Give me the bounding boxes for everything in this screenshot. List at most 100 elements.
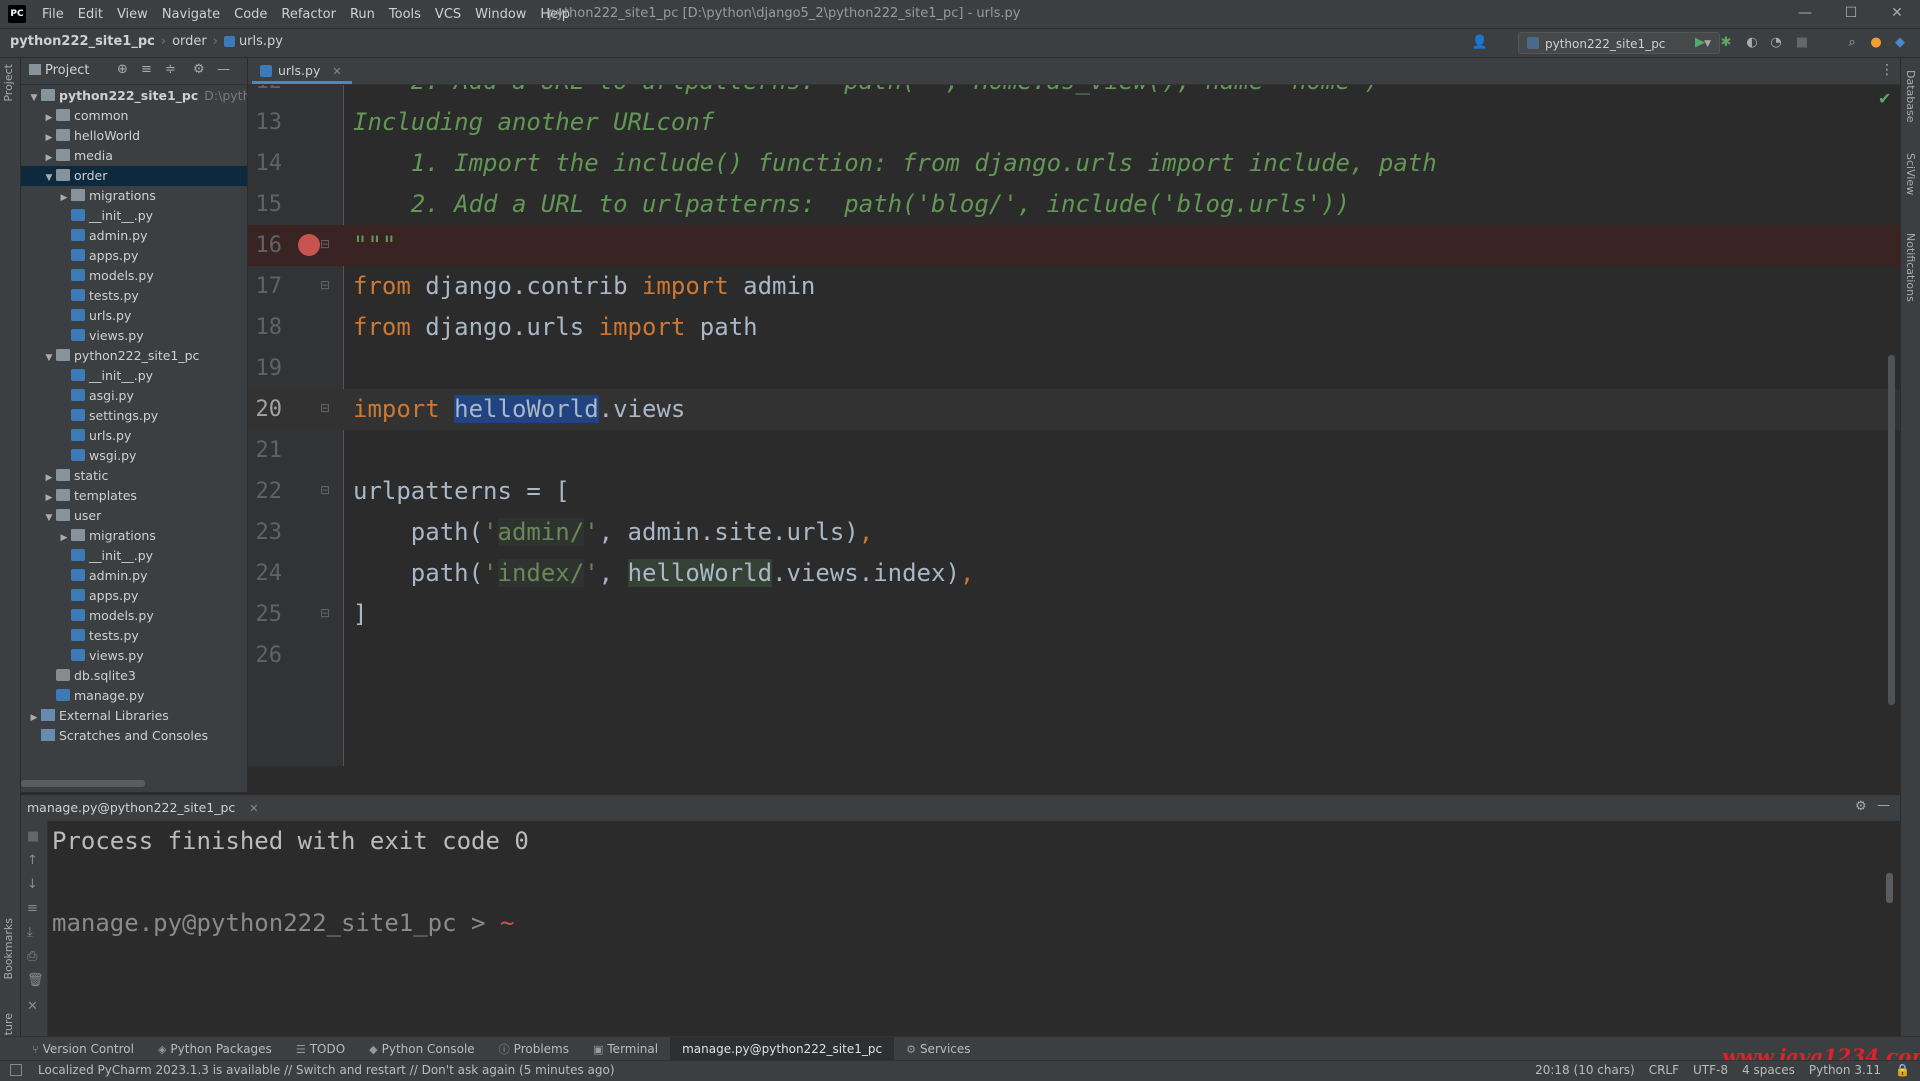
chevron-right-icon[interactable]: ▶ [57,188,71,208]
chevron-right-icon[interactable]: ▶ [42,108,56,128]
menu-code[interactable]: Code [234,7,267,22]
locate-icon[interactable]: ⊕ [117,62,128,77]
lock-icon[interactable]: 🔒 [1895,1063,1910,1077]
tree-item[interactable]: apps.py [21,586,247,606]
project-tool-button[interactable]: Project [2,64,15,102]
code-line[interactable]: 25 ⊟] [248,594,1900,635]
todo-button[interactable]: ☰ TODO [284,1037,357,1061]
tree-item[interactable]: admin.py [21,226,247,246]
tree-item[interactable]: admin.py [21,566,247,586]
tree-item[interactable]: tests.py [21,626,247,646]
tree-item[interactable]: Scratches and Consoles [21,726,247,746]
stop-icon[interactable]: ■ [27,829,39,844]
tree-item[interactable]: ▶ migrations [21,186,247,206]
code-line[interactable]: 20 ⊟ import helloWorld.views [248,389,1900,430]
profile-icon[interactable]: ◔ [1766,33,1786,53]
code-line[interactable]: 23 path('admin/', admin.site.urls), [248,512,1900,553]
tree-item[interactable]: settings.py [21,406,247,426]
line-separator[interactable]: CRLF [1649,1063,1679,1077]
stop-icon[interactable]: ■ [1792,33,1812,53]
tool-windows-icon[interactable] [10,1064,22,1076]
chevron-right-icon[interactable]: ▶ [42,128,56,148]
menu-tools[interactable]: Tools [389,7,421,22]
python-packages-button[interactable]: ◈ Python Packages [146,1037,284,1061]
code-line[interactable]: 12 2. Add a URL to urlpatterns: path('',… [248,85,1900,102]
code-line[interactable]: 17 ⊟ from django.contrib import admin [248,266,1900,307]
tree-item[interactable]: ▶ helloWorld [21,126,247,146]
code-line[interactable]: 26 [248,635,1900,676]
notifications-tool-button[interactable]: Notifications [1904,233,1917,302]
minimize-button[interactable]: — [1782,0,1828,28]
coverage-icon[interactable]: ◐ [1742,33,1762,53]
fold-icon[interactable]: ⊟ [320,483,330,497]
print-icon[interactable]: ⎙ [27,949,37,964]
debug-icon[interactable]: ✱ [1716,33,1736,53]
menu-navigate[interactable]: Navigate [162,7,220,22]
tree-item[interactable]: models.py [21,606,247,626]
tree-item[interactable]: apps.py [21,246,247,266]
chevron-right-icon[interactable]: ▶ [42,148,56,168]
chevron-down-icon[interactable]: ▼ [42,508,56,528]
tree-item[interactable]: db.sqlite3 [21,666,247,686]
tree-item[interactable]: __init__.py [21,366,247,386]
scroll-end-icon[interactable]: ⤓ [27,925,33,940]
arrow-up-icon[interactable]: ↑ [27,853,38,868]
breadcrumb-file[interactable]: urls.py [239,34,283,49]
tree-item[interactable]: wsgi.py [21,446,247,466]
gear-icon[interactable]: ⚙ [193,62,205,77]
code-line[interactable]: 16 ⊟ """ [248,225,1900,266]
file-encoding[interactable]: UTF-8 [1693,1063,1728,1077]
code-line[interactable]: 18 from django.urls import path [248,307,1900,348]
chevron-down-icon[interactable]: ▼ [27,88,41,108]
editor-scrollbar[interactable] [1888,355,1895,705]
chevron-down-icon[interactable]: ▼ [42,348,56,368]
fold-icon[interactable]: ⊟ [320,606,330,620]
version-control-button[interactable]: ⑂ Version Control [20,1037,146,1061]
fold-icon[interactable]: ⊟ [320,278,330,292]
tree-item[interactable]: models.py [21,266,247,286]
arrow-down-icon[interactable]: ↓ [27,877,38,892]
tree-item[interactable]: ▶ templates [21,486,247,506]
run-icon[interactable]: ▶ [1690,33,1710,53]
run-tool-button[interactable]: manage.py@python222_site1_pc [670,1037,895,1061]
breadcrumb-project[interactable]: python222_site1_pc [10,34,155,49]
hide-icon[interactable]: — [217,62,230,77]
tree-item[interactable]: __init__.py [21,546,247,566]
trash-icon[interactable]: 🗑 [27,973,44,988]
run-tab[interactable]: manage.py@python222_site1_pc ✕ [27,800,258,815]
close-icon[interactable]: ✕ [332,65,341,78]
tree-item[interactable]: urls.py [21,306,247,326]
tree-item[interactable]: asgi.py [21,386,247,406]
user-icon[interactable]: 👤 [1470,33,1490,53]
search-icon[interactable]: ⌕ [1842,33,1862,53]
close-icon[interactable]: ✕ [27,999,38,1014]
menu-vcs[interactable]: VCS [435,7,461,22]
tree-item[interactable]: ▶ External Libraries [21,706,247,726]
hide-icon[interactable]: — [1877,798,1890,813]
code-line[interactable]: 24 path('index/', helloWorld.views.index… [248,553,1900,594]
chevron-right-icon[interactable]: ▶ [42,488,56,508]
menu-edit[interactable]: Edit [78,7,103,22]
tree-item[interactable]: ▶ common [21,106,247,126]
problems-button[interactable]: ⓘ Problems [487,1037,581,1061]
code-line[interactable]: 19 [248,348,1900,389]
caret-position[interactable]: 20:18 (10 chars) [1535,1063,1635,1077]
close-window-button[interactable]: ✕ [1874,0,1920,28]
tree-item[interactable]: ▼ order [21,166,247,186]
terminal-button[interactable]: ▣ Terminal [581,1037,670,1061]
tree-item[interactable]: ▼ python222_site1_pc D:\python [21,86,247,106]
more-icon[interactable]: ⋮ [1880,62,1894,78]
tree-item[interactable]: views.py [21,326,247,346]
fold-icon[interactable]: ⊟ [320,401,330,415]
code-line[interactable]: 13 Including another URLconf [248,102,1900,143]
expand-all-icon[interactable]: ≡ [141,62,152,77]
code-line[interactable]: 22 ⊟ urlpatterns = [ [248,471,1900,512]
menu-run[interactable]: Run [350,7,375,22]
tab-urls-py[interactable]: urls.py ✕ [252,58,352,84]
jetbrains-icon[interactable]: ◆ [1890,33,1910,53]
collapse-all-icon[interactable]: ≑ [165,62,176,77]
tree-item[interactable]: ▼ user [21,506,247,526]
services-button[interactable]: ⚙ Services [894,1037,982,1061]
bookmarks-tool-button[interactable]: Bookmarks [2,918,15,979]
close-icon[interactable]: ✕ [249,802,258,815]
